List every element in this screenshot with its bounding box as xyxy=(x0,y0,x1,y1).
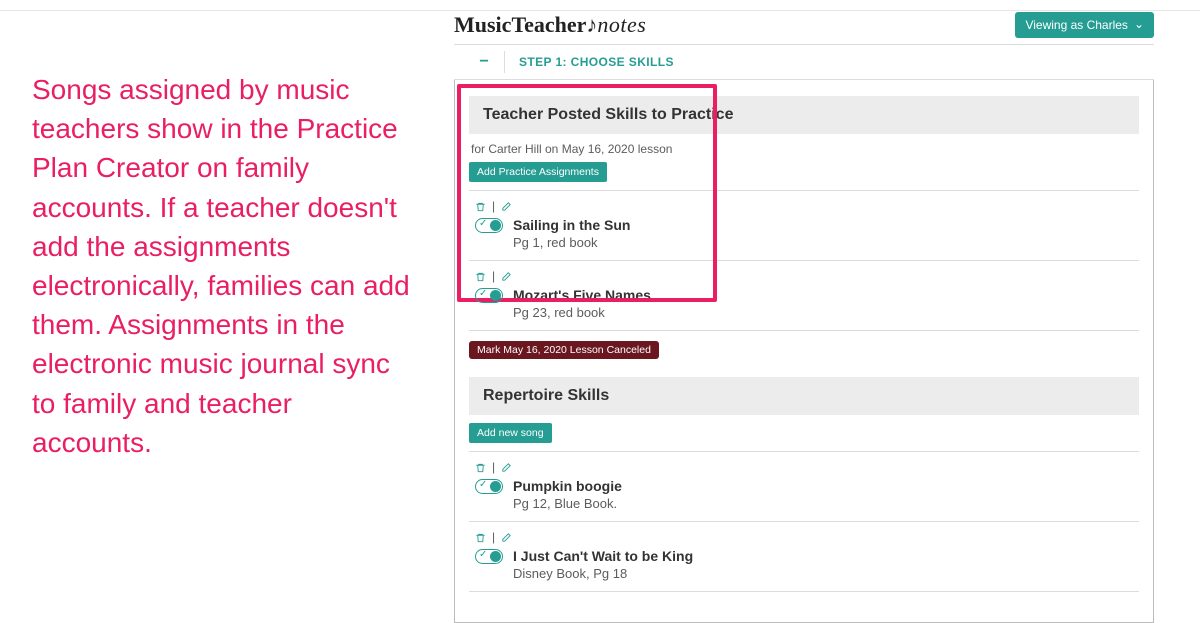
check-icon: ✓ xyxy=(479,479,487,490)
skill-row: ✓ Pumpkin boogie xyxy=(475,478,1133,494)
spacer xyxy=(469,359,1139,377)
divider xyxy=(504,51,505,73)
repertoire-skill-list: | ✓ Pumpkin boogie Pg 12, Blue Book. | xyxy=(469,451,1139,592)
brand-logo: MusicTeacher♪notes xyxy=(454,12,646,38)
skill-actions: | xyxy=(475,199,1133,213)
edit-icon[interactable] xyxy=(501,199,512,213)
edit-icon[interactable] xyxy=(501,460,512,474)
repertoire-section-header: Repertoire Skills xyxy=(469,377,1139,415)
skill-row: ✓ Mozart's Five Names xyxy=(475,287,1133,303)
teacher-section-subline: for Carter Hill on May 16, 2020 lesson xyxy=(471,142,1139,156)
check-icon: ✓ xyxy=(479,288,487,299)
brand-logo-suffix: notes xyxy=(597,12,646,37)
skill-row: ✓ I Just Can't Wait to be King xyxy=(475,548,1133,564)
viewing-as-label: Viewing as Charles xyxy=(1025,18,1128,32)
skill-item: | ✓ Mozart's Five Names Pg 23, red book xyxy=(469,261,1139,331)
separator: | xyxy=(492,460,495,474)
separator: | xyxy=(492,199,495,213)
skill-subtitle: Disney Book, Pg 18 xyxy=(513,566,1133,581)
skill-subtitle: Pg 1, red book xyxy=(513,235,1133,250)
app-header: MusicTeacher♪notes Viewing as Charles ⌄ xyxy=(454,0,1154,44)
add-practice-assignments-button[interactable]: Add Practice Assignments xyxy=(469,162,607,182)
music-note-icon: ♪ xyxy=(586,12,597,37)
skill-toggle[interactable]: ✓ xyxy=(475,218,503,233)
explainer-text: Songs assigned by music teachers show in… xyxy=(32,70,412,462)
trash-icon[interactable] xyxy=(475,460,486,474)
trash-icon[interactable] xyxy=(475,530,486,544)
add-new-song-button[interactable]: Add new song xyxy=(469,423,552,443)
edit-icon[interactable] xyxy=(501,269,512,283)
skill-toggle[interactable]: ✓ xyxy=(475,288,503,303)
check-icon: ✓ xyxy=(479,218,487,229)
viewing-as-button[interactable]: Viewing as Charles ⌄ xyxy=(1015,12,1154,38)
skill-title: I Just Can't Wait to be King xyxy=(513,548,693,564)
chevron-down-icon: ⌄ xyxy=(1134,17,1144,31)
collapse-icon[interactable]: − xyxy=(464,53,504,71)
step-content: Teacher Posted Skills to Practice for Ca… xyxy=(454,80,1154,623)
skill-item: | ✓ Pumpkin boogie Pg 12, Blue Book. xyxy=(469,452,1139,522)
skill-title: Mozart's Five Names xyxy=(513,287,651,303)
skill-actions: | xyxy=(475,530,1133,544)
skill-item: | ✓ I Just Can't Wait to be King Disney … xyxy=(469,522,1139,592)
separator: | xyxy=(492,530,495,544)
skill-subtitle: Pg 12, Blue Book. xyxy=(513,496,1133,511)
step-title: STEP 1: CHOOSE SKILLS xyxy=(519,55,674,69)
edit-icon[interactable] xyxy=(501,530,512,544)
app-panel: MusicTeacher♪notes Viewing as Charles ⌄ … xyxy=(454,0,1154,623)
step-header-row[interactable]: − STEP 1: CHOOSE SKILLS xyxy=(454,44,1154,80)
skill-item: | ✓ Sailing in the Sun Pg 1, red book xyxy=(469,191,1139,261)
skill-row: ✓ Sailing in the Sun xyxy=(475,217,1133,233)
skill-actions: | xyxy=(475,460,1133,474)
skill-title: Sailing in the Sun xyxy=(513,217,630,233)
skill-actions: | xyxy=(475,269,1133,283)
check-icon: ✓ xyxy=(479,549,487,560)
skill-subtitle: Pg 23, red book xyxy=(513,305,1133,320)
trash-icon[interactable] xyxy=(475,269,486,283)
skill-toggle[interactable]: ✓ xyxy=(475,549,503,564)
mark-lesson-canceled-button[interactable]: Mark May 16, 2020 Lesson Canceled xyxy=(469,341,659,359)
trash-icon[interactable] xyxy=(475,199,486,213)
teacher-skill-list: | ✓ Sailing in the Sun Pg 1, red book | xyxy=(469,190,1139,331)
teacher-section-header: Teacher Posted Skills to Practice xyxy=(469,96,1139,134)
separator: | xyxy=(492,269,495,283)
skill-title: Pumpkin boogie xyxy=(513,478,622,494)
brand-logo-text: MusicTeacher xyxy=(454,12,586,37)
skill-toggle[interactable]: ✓ xyxy=(475,479,503,494)
spacer xyxy=(469,415,1139,423)
